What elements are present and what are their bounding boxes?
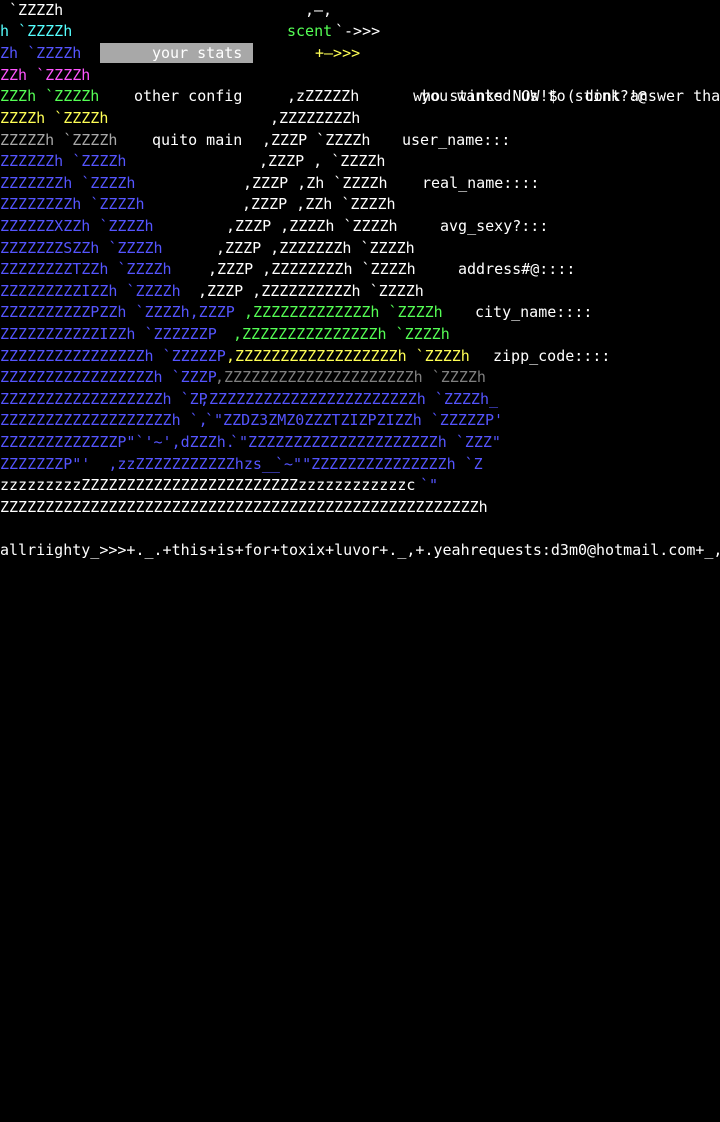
art-line: ZZZZZZZZZZZZZZZZZZZZZZZZZZZZZZZZZZZZZZZZ… xyxy=(0,498,488,516)
art-line: ZZZZZZZZZZZIZZh `ZZZZZZP xyxy=(0,325,217,343)
message-line-2: +—>>> who stinks NOW!$ ( dont answer tha… xyxy=(315,43,720,129)
field-user-name[interactable]: user_name::: xyxy=(402,130,510,152)
art-line: `ZZZZh xyxy=(0,1,64,19)
art-line-right: ,ZZZP ,ZZZZh `ZZZZh xyxy=(226,217,398,235)
field-real-name[interactable]: real_name:::: xyxy=(422,173,539,195)
art-line: ZZZZZZZZZZZZZZZZZh `ZZZP xyxy=(0,368,217,386)
art-line-right: ,ZZZP `ZZZZh xyxy=(262,131,371,149)
ansi-screen: `ZZZZh h `ZZZZh Zh `ZZZZh ZZh `ZZZZh ZZZ… xyxy=(0,0,720,561)
art-line: Zh `ZZZZh xyxy=(0,44,82,62)
footer-text: allriighty_>>>+._.+this+is+for+toxix+luv… xyxy=(0,541,720,559)
scent-label: scent xyxy=(287,22,333,40)
message-text-2: who stinks NOW!$ ( dont answer that ) xyxy=(413,87,720,106)
art-line: ZZh `ZZZZh xyxy=(0,66,91,84)
art-line-right: ,ZZZZZZZZh xyxy=(270,109,361,127)
art-line: zzzzzzzzzZZZZZZZZZZZZZZZZZZZZZZZZzzzzzzz… xyxy=(0,476,416,494)
field-avg-sexy[interactable]: avg_sexy?::: xyxy=(440,216,548,238)
art-line-right: ,ZZZP ,ZZh `ZZZZh xyxy=(242,195,396,213)
field-address[interactable]: address#@:::: xyxy=(458,259,575,281)
art-line: ZZZh `ZZZZh xyxy=(0,87,100,105)
art-line-right: ,ZZZZZZZZZZZZZZZZZZh `ZZZZh xyxy=(226,347,470,365)
menu-item-other-config[interactable]: other config xyxy=(134,86,242,108)
art-line-right: ,ZZZZZZZZZZZZZZZZZZZZZh `ZZZZh xyxy=(215,368,486,386)
art-line: ZZZZZZZP"' ,zzZZZZZZZZZZZhzs__ xyxy=(0,455,280,473)
art-line-right: ,ZZZZZZZZZZZZZh `ZZZZh xyxy=(244,303,443,321)
art-line-right: `~""ZZZZZZZZZZZZZZZh `Z xyxy=(275,455,483,473)
art-line: ZZZZZZXZZh `ZZZZh xyxy=(0,217,154,235)
art-line: ZZZZZZZh `ZZZZh xyxy=(0,174,136,192)
art-line: ZZZZZZZZZIZZh `ZZZZh xyxy=(0,282,181,300)
art-line-right: ,ZZZP ,Zh `ZZZZh xyxy=(243,174,388,192)
art-line-right: ,ZZZP ,ZZZZZZZZZZh `ZZZZh xyxy=(198,282,424,300)
art-line-right: ,ZZZP , `ZZZZh xyxy=(259,152,386,170)
art-line: ZZZZZZZZZZZZZP"`'~',dZZZh. xyxy=(0,433,235,451)
art-line-right: `"ZZZZZZZZZZZZZZZZZZZZZh `ZZZ" xyxy=(230,433,501,451)
art-line-right: `"ZZDZ3ZMZ0ZZZTZIZPZIZZh `ZZZZZP' xyxy=(205,411,504,429)
art-line-right: ,zZZZZZh xyxy=(287,87,360,105)
art-line: ZZZZZh `ZZZZh xyxy=(0,131,118,149)
arrow-icon: `->>> xyxy=(335,22,381,40)
art-line: h `ZZZZh xyxy=(0,22,73,40)
art-line: ZZZZZZZZTZZh `ZZZZh xyxy=(0,260,172,278)
art-line-right: ,ZZZZZZZZZZZZZZZh `ZZZZh xyxy=(233,325,450,343)
art-line: ZZZZZZZSZZh `ZZZZh xyxy=(0,239,163,257)
art-line: ZZZZZZZZZZZZZZZZZZh `ZP xyxy=(0,390,208,408)
art-line: ZZZZZZZZZZZZZZZZZZZh `, xyxy=(0,411,208,429)
menu-item-quito-main[interactable]: quito main xyxy=(152,130,242,152)
field-city-name[interactable]: city_name:::: xyxy=(475,302,592,324)
art-line: ZZZZZZZZZZZZZZZZh `ZZZZZP xyxy=(0,347,226,365)
art-line-right: ,ZZZZZZZZZZZZZZZZZZZZZZZh `ZZZZh_ xyxy=(200,390,499,408)
art-line: ZZZZh `ZZZZh xyxy=(0,109,109,127)
art-line-right: ,—, xyxy=(305,1,333,19)
menu-item-your-stats[interactable]: your stats xyxy=(152,43,242,65)
art-line-right: ,ZZZP ,ZZZZZZZZh `ZZZZh xyxy=(208,260,416,278)
art-line-right: `" xyxy=(420,476,439,494)
art-line: ZZZZZZZZZZPZZh `ZZZZh,ZZZP xyxy=(0,303,235,321)
art-line: ZZZZZZZZh `ZZZZh xyxy=(0,195,145,213)
art-line-right: ,ZZZP ,ZZZZZZZh `ZZZZh xyxy=(216,239,415,257)
arrow-icon: +—>>> xyxy=(315,44,361,62)
art-line: ZZZZZZh `ZZZZh xyxy=(0,152,127,170)
field-zipp-code[interactable]: zipp_code:::: xyxy=(493,346,610,368)
